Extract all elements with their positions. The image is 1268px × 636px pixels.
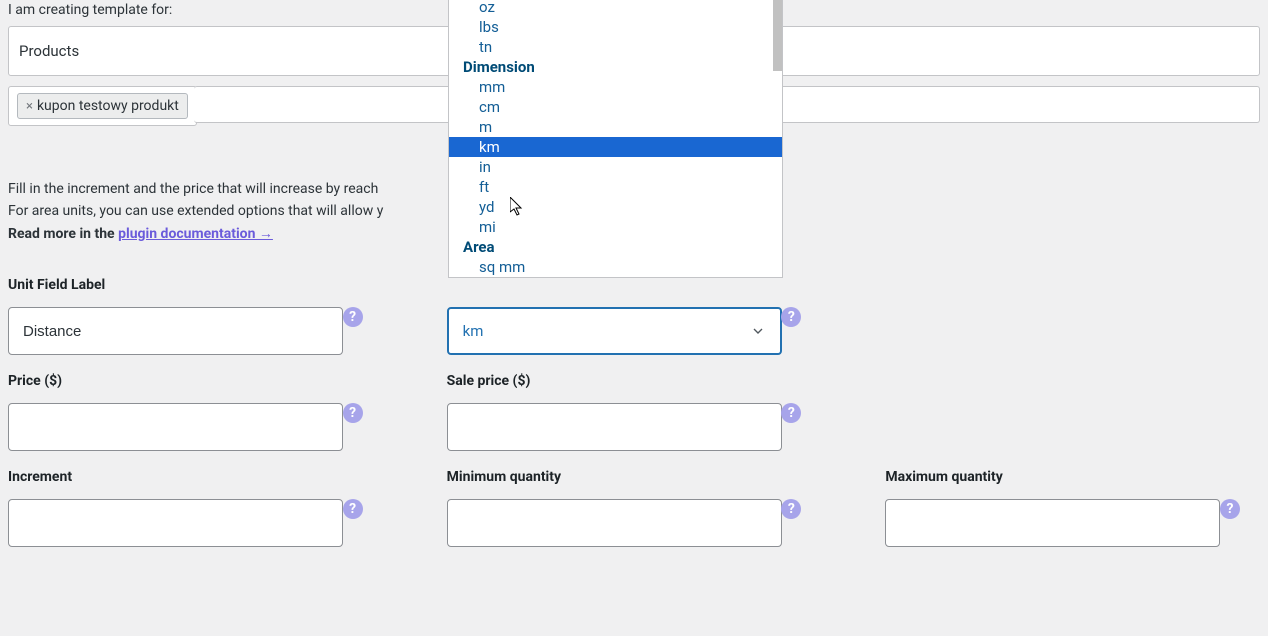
min-qty-group: Minimum quantity ?	[447, 469, 822, 547]
dropdown-option-highlighted[interactable]: km	[449, 137, 782, 157]
price-input[interactable]	[8, 403, 343, 451]
increment-group: Increment ?	[8, 469, 383, 547]
unit-field-label-label: Unit Field Label	[8, 277, 383, 293]
documentation-link[interactable]: plugin documentation →	[118, 226, 273, 242]
help-icon[interactable]: ?	[1220, 499, 1240, 519]
help-icon[interactable]: ?	[781, 499, 801, 519]
dropdown-option[interactable]: sq mm	[449, 257, 782, 277]
unit-field-label-group: Unit Field Label ?	[8, 277, 383, 355]
sale-price-input[interactable]	[447, 403, 782, 451]
help-icon[interactable]: ?	[781, 307, 801, 327]
help-icon[interactable]: ?	[343, 403, 363, 423]
product-tag-container[interactable]: × kupon testowy produkt	[8, 86, 197, 126]
help-icon[interactable]: ?	[343, 307, 363, 327]
dropdown-option[interactable]: m	[449, 117, 782, 137]
template-type-value: Products	[19, 42, 79, 60]
dropdown-scrollbar[interactable]	[773, 0, 782, 71]
product-tag: × kupon testowy produkt	[17, 93, 188, 119]
dropdown-option[interactable]: tn	[449, 37, 782, 57]
unit-field-label-input[interactable]	[8, 307, 343, 355]
min-qty-input[interactable]	[447, 499, 782, 547]
dropdown-option[interactable]: mm	[449, 77, 782, 97]
dropdown-option[interactable]: lbs	[449, 17, 782, 37]
max-qty-label: Maximum quantity	[885, 469, 1260, 485]
dropdown-option[interactable]: mi	[449, 217, 782, 237]
dropdown-option[interactable]: in	[449, 157, 782, 177]
sale-price-label: Sale price ($)	[447, 373, 822, 389]
unit-select-value: km	[463, 322, 484, 340]
dropdown-group-dimension: Dimension	[449, 57, 782, 77]
min-qty-label: Minimum quantity	[447, 469, 822, 485]
dropdown-option[interactable]: yd	[449, 197, 782, 217]
product-tag-text: kupon testowy produkt	[37, 98, 179, 114]
increment-label: Increment	[8, 469, 383, 485]
unit-dropdown[interactable]: oz lbs tn Dimension mm cm m km in ft yd …	[448, 0, 783, 278]
max-qty-input[interactable]	[885, 499, 1220, 547]
sale-price-group: Sale price ($) ?	[447, 373, 822, 451]
help-icon[interactable]: ?	[781, 403, 801, 423]
dropdown-option[interactable]: oz	[449, 0, 782, 17]
tag-remove-icon[interactable]: ×	[26, 100, 33, 113]
price-label: Price ($)	[8, 373, 383, 389]
dropdown-option[interactable]: cm	[449, 97, 782, 117]
dropdown-option[interactable]: ft	[449, 177, 782, 197]
max-qty-group: Maximum quantity ?	[885, 469, 1260, 547]
help-icon[interactable]: ?	[343, 499, 363, 519]
chevron-down-icon	[750, 323, 766, 339]
dropdown-group-area: Area	[449, 237, 782, 257]
increment-input[interactable]	[8, 499, 343, 547]
unit-select[interactable]: km	[447, 307, 782, 355]
price-group: Price ($) ?	[8, 373, 383, 451]
unit-select-group: Unit km ?	[447, 277, 822, 355]
